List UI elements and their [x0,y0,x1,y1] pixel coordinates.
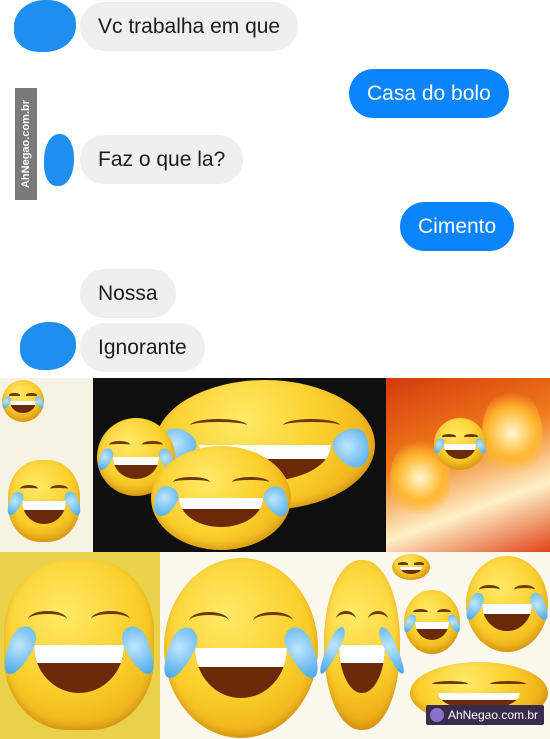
collage-panel [0,552,160,739]
watermark-side: AhNegao.com.br [15,88,37,200]
avatar [20,322,76,370]
emoji-collage-image: AhNegao.com.br [0,378,550,739]
message-bubble-sent: Cimento [400,202,515,251]
watermark-badge-text: AhNegao.com.br [447,708,538,722]
laughing-crying-emoji-icon [462,556,550,652]
avatar [44,134,74,186]
watermark-badge: AhNegao.com.br [425,705,544,725]
message-bubble-received: Nossa [80,269,176,318]
collage-panel [0,378,93,552]
laughing-crying-emoji-icon [0,380,46,422]
collage-panel [93,378,386,552]
laughing-crying-emoji-icon [160,558,326,738]
message-bubble-received: Vc trabalha em que [80,2,299,51]
laughing-crying-emoji-icon [401,590,463,654]
laughing-crying-emoji-icon [0,560,160,730]
message-bubble-received: Faz o que la? [80,135,244,184]
message-bubble-received: Ignorante [80,323,205,372]
laughing-crying-emoji-icon [4,460,84,542]
laughing-crying-emoji-icon [148,446,294,550]
collage-panel [386,378,550,552]
message-bubble-sent: Casa do bolo [349,69,509,118]
laughing-crying-emoji-icon [315,560,409,730]
laughing-crying-emoji-icon [392,554,430,580]
laughing-crying-emoji-icon [432,418,488,470]
site-logo-icon [429,708,444,722]
avatar [14,0,76,52]
